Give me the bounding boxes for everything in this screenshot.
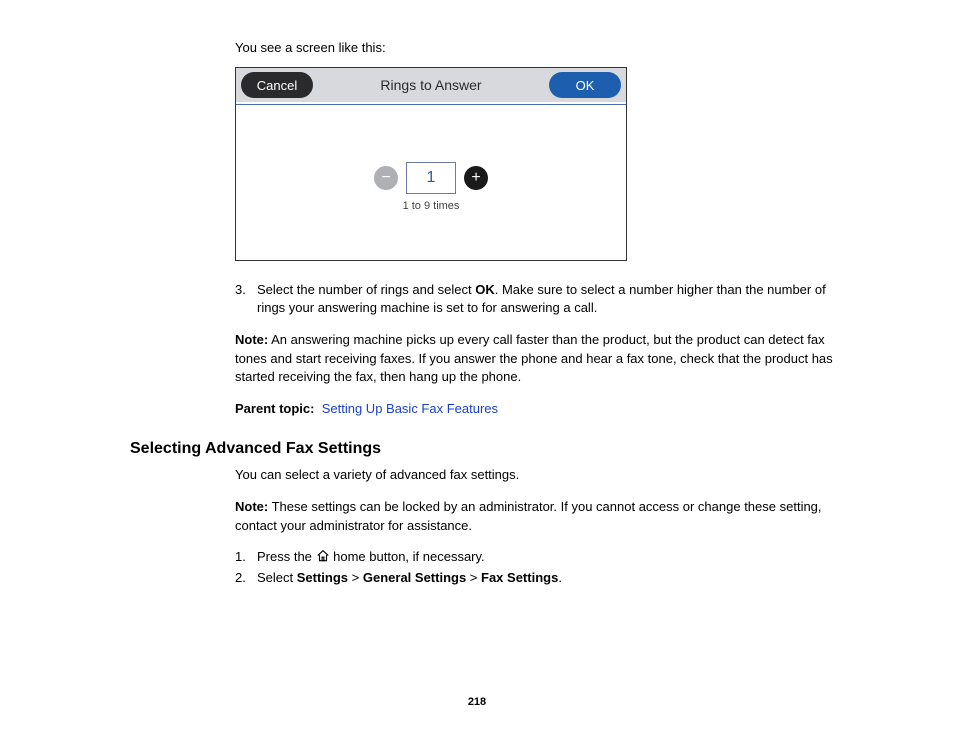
step1-post: home button, if necessary.	[330, 549, 485, 564]
ok-button[interactable]: OK	[549, 72, 621, 98]
note-label-2: Note:	[235, 499, 268, 514]
step-2: 2. Select Settings > General Settings > …	[235, 570, 849, 585]
step-number: 2.	[235, 570, 257, 585]
step2-b3: Fax Settings	[481, 570, 558, 585]
home-icon	[316, 549, 330, 564]
divider	[236, 104, 626, 105]
step2-b2: General Settings	[363, 570, 466, 585]
step1-pre: Press the	[257, 549, 316, 564]
step-text-bold: OK	[475, 282, 495, 297]
section-intro: You can select a variety of advanced fax…	[235, 466, 849, 484]
step-text-pre: Select the number of rings and select	[257, 282, 475, 297]
step-number: 3.	[235, 281, 257, 317]
plus-icon[interactable]: +	[464, 166, 488, 190]
document-page: You see a screen like this: Cancel Rings…	[0, 0, 954, 625]
note-text-2: These settings can be locked by an admin…	[235, 499, 822, 532]
note-label: Note:	[235, 332, 268, 347]
stepper-value[interactable]: 1	[406, 162, 456, 194]
minus-icon[interactable]: −	[374, 166, 398, 190]
cancel-button[interactable]: Cancel	[241, 72, 313, 98]
step2-b1: Settings	[297, 570, 348, 585]
step2-s2: >	[466, 570, 481, 585]
parent-label: Parent topic:	[235, 401, 314, 416]
step-1: 1. Press the home button, if necessary.	[235, 549, 849, 564]
note-2: Note: These settings can be locked by an…	[235, 498, 849, 534]
section-heading: Selecting Advanced Fax Settings	[130, 440, 849, 458]
quantity-stepper: − 1 +	[236, 162, 626, 194]
step-3: 3. Select the number of rings and select…	[235, 281, 849, 317]
note-text: An answering machine picks up every call…	[235, 332, 833, 383]
parent-topic: Parent topic: Setting Up Basic Fax Featu…	[235, 400, 849, 418]
parent-link[interactable]: Setting Up Basic Fax Features	[322, 401, 498, 416]
step2-pre: Select	[257, 570, 297, 585]
device-screenshot: Cancel Rings to Answer OK − 1 + 1 to 9 t…	[235, 67, 627, 261]
screenshot-topbar: Cancel Rings to Answer OK	[236, 68, 626, 102]
intro-text: You see a screen like this:	[235, 40, 849, 55]
page-number: 218	[0, 696, 954, 708]
step2-s1: >	[348, 570, 363, 585]
step-number: 1.	[235, 549, 257, 564]
stepper-caption: 1 to 9 times	[236, 200, 626, 212]
note-1: Note: An answering machine picks up ever…	[235, 331, 849, 386]
step2-post: .	[558, 570, 562, 585]
screenshot-title: Rings to Answer	[380, 77, 481, 93]
